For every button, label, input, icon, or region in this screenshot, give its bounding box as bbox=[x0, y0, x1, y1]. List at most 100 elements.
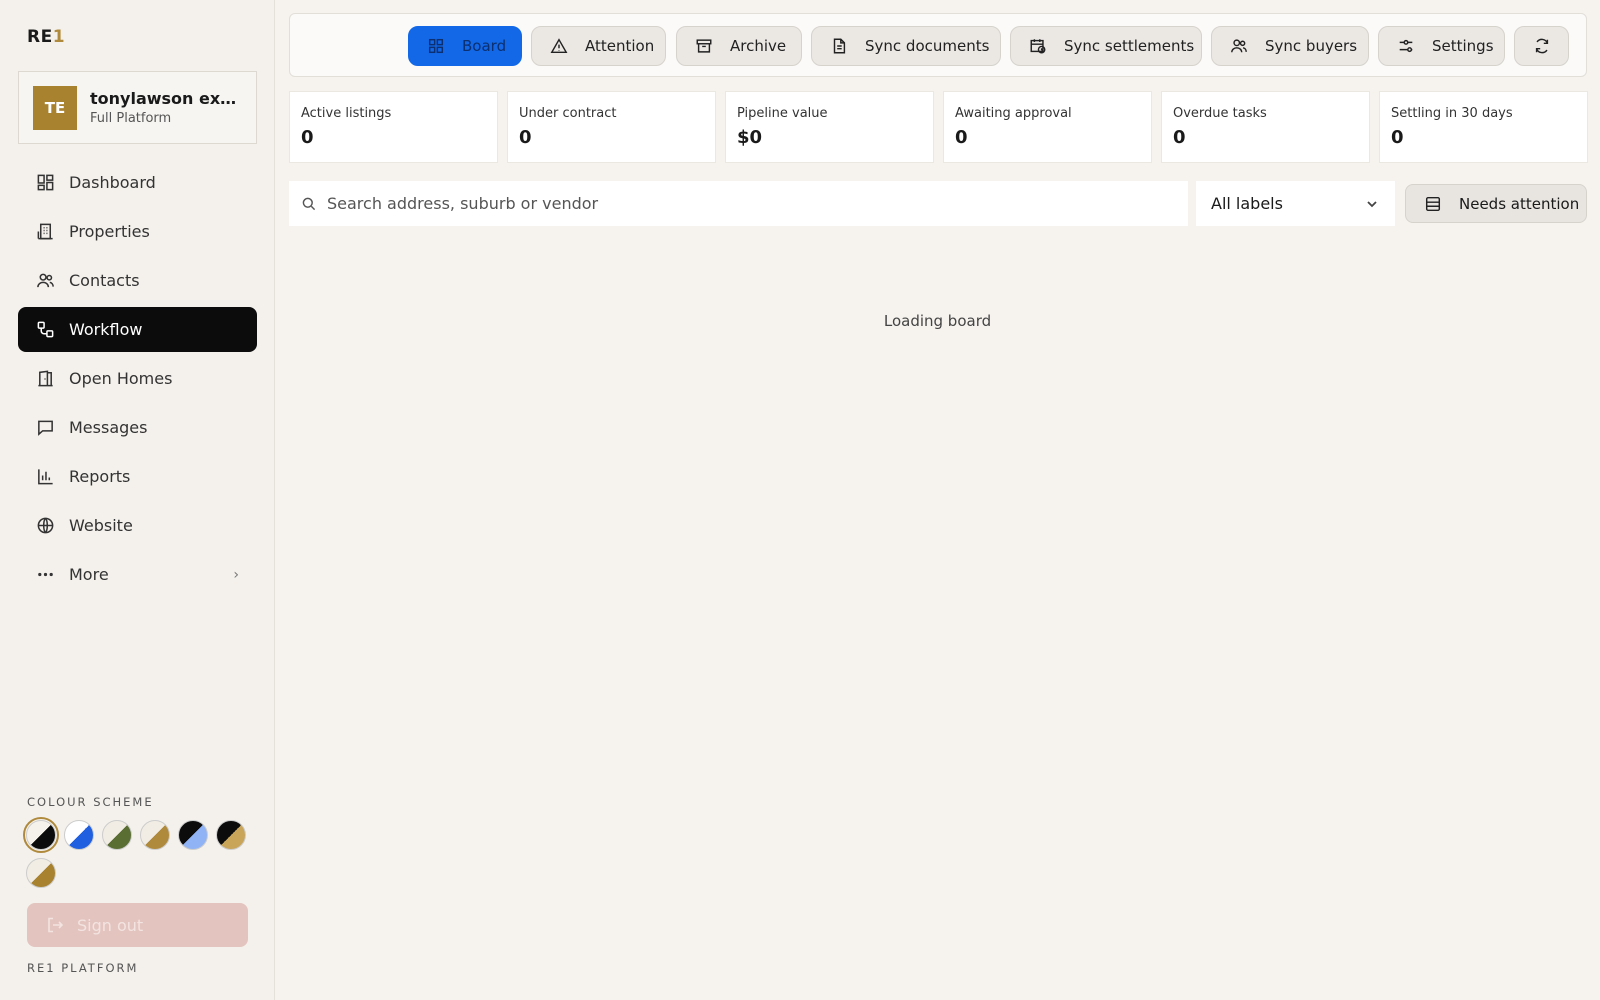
sidebar-item-more[interactable]: More › bbox=[18, 552, 257, 597]
swatch-black-gold[interactable] bbox=[216, 820, 246, 850]
brand-logo[interactable]: RE1 bbox=[27, 27, 65, 47]
sync-settlements-button[interactable]: Sync settlements bbox=[1010, 26, 1202, 66]
bar-chart-icon bbox=[35, 467, 55, 487]
stat-label: Settling in 30 days bbox=[1391, 106, 1513, 121]
warning-icon bbox=[550, 38, 568, 54]
stat-settling-30-days[interactable]: Settling in 30 days 0 bbox=[1379, 91, 1588, 163]
search-icon bbox=[302, 197, 316, 210]
logo-accent: 1 bbox=[52, 27, 66, 47]
colour-scheme-swatches bbox=[23, 817, 256, 888]
settings-button[interactable]: Settings bbox=[1378, 26, 1505, 66]
stat-under-contract[interactable]: Under contract 0 bbox=[507, 91, 716, 163]
archive-button-label: Archive bbox=[730, 37, 787, 55]
main-content: Board Attention Archive Sync documents S… bbox=[275, 0, 1600, 1000]
account-name: tonylawson exp & more bbox=[90, 89, 242, 108]
sidebar-item-properties[interactable]: Properties bbox=[18, 209, 257, 254]
sync-buyers-button[interactable]: Sync buyers bbox=[1211, 26, 1369, 66]
sidebar-item-label: Reports bbox=[69, 467, 131, 486]
chevron-right-icon: › bbox=[233, 566, 239, 583]
grid-icon bbox=[428, 38, 444, 54]
stat-label: Pipeline value bbox=[737, 106, 828, 121]
sidebar-item-label: Messages bbox=[69, 418, 148, 437]
more-icon bbox=[35, 565, 55, 585]
sidebar-item-dashboard[interactable]: Dashboard bbox=[18, 160, 257, 205]
label-filter-value: All labels bbox=[1211, 194, 1283, 213]
sidebar-item-label: Website bbox=[69, 516, 133, 535]
stat-label: Active listings bbox=[301, 106, 392, 121]
sign-out-label: Sign out bbox=[77, 915, 144, 935]
stat-value: 0 bbox=[1173, 127, 1186, 148]
stat-active-listings[interactable]: Active listings 0 bbox=[289, 91, 498, 163]
footer-brand: RE1 PLATFORM bbox=[27, 961, 139, 975]
globe-icon bbox=[35, 516, 55, 536]
workflow-icon bbox=[35, 320, 55, 340]
sidebar-item-contacts[interactable]: Contacts bbox=[18, 258, 257, 303]
swatch-cream-bronze[interactable] bbox=[26, 858, 56, 888]
stat-value: 0 bbox=[519, 127, 532, 148]
sidebar: RE1 TE tonylawson exp & more Full Platfo… bbox=[0, 0, 275, 1000]
sidebar-item-label: Contacts bbox=[69, 271, 140, 290]
sidebar-item-label: Properties bbox=[69, 222, 150, 241]
label-filter-select[interactable]: All labels bbox=[1196, 181, 1395, 226]
archive-button[interactable]: Archive bbox=[676, 26, 802, 66]
workflow-toolbar: Board Attention Archive Sync documents S… bbox=[289, 13, 1587, 77]
sidebar-item-label: Open Homes bbox=[69, 369, 173, 388]
refresh-icon bbox=[1535, 38, 1549, 54]
door-icon bbox=[35, 369, 55, 389]
calendar-clock-icon bbox=[1030, 39, 1046, 54]
sign-out-button[interactable]: Sign out bbox=[27, 903, 248, 947]
board-loading-text: Loading board bbox=[883, 312, 992, 330]
stat-label: Awaiting approval bbox=[955, 106, 1072, 121]
needs-attention-label: Needs attention bbox=[1459, 194, 1580, 213]
dashboard-icon bbox=[35, 173, 55, 193]
account-plan: Full Platform bbox=[90, 111, 172, 126]
stat-overdue-tasks[interactable]: Overdue tasks 0 bbox=[1161, 91, 1370, 163]
search-input[interactable] bbox=[327, 194, 1167, 213]
sidebar-item-label: More bbox=[69, 565, 109, 584]
board-button[interactable]: Board bbox=[408, 26, 522, 66]
sidebar-item-messages[interactable]: Messages bbox=[18, 405, 257, 450]
app-root: RE1 TE tonylawson exp & more Full Platfo… bbox=[0, 0, 1600, 1000]
settings-button-label: Settings bbox=[1432, 37, 1494, 55]
stat-label: Overdue tasks bbox=[1173, 106, 1267, 121]
list-icon bbox=[1425, 196, 1441, 211]
swatch-cream-gold[interactable] bbox=[140, 820, 170, 850]
sidebar-item-reports[interactable]: Reports bbox=[18, 454, 257, 499]
logo-text: RE bbox=[27, 27, 53, 47]
search-bar bbox=[289, 181, 1188, 226]
account-switcher[interactable]: TE tonylawson exp & more Full Platform bbox=[18, 71, 257, 144]
account-text: tonylawson exp & more Full Platform bbox=[90, 89, 242, 126]
sidebar-item-workflow[interactable]: Workflow bbox=[18, 307, 257, 352]
swatch-white-blue[interactable] bbox=[64, 820, 94, 850]
message-icon bbox=[35, 418, 55, 438]
needs-attention-button[interactable]: Needs attention bbox=[1405, 184, 1587, 223]
sign-out-icon bbox=[48, 917, 64, 933]
sidebar-item-website[interactable]: Website bbox=[18, 503, 257, 548]
sync-settlements-label: Sync settlements bbox=[1064, 37, 1195, 55]
stat-label: Under contract bbox=[519, 106, 617, 121]
sidebar-item-open-homes[interactable]: Open Homes bbox=[18, 356, 257, 401]
sliders-icon bbox=[1399, 39, 1413, 53]
sidebar-item-label: Dashboard bbox=[69, 173, 156, 192]
stat-value: 0 bbox=[301, 127, 314, 148]
users-icon bbox=[1231, 39, 1247, 53]
stat-awaiting-approval[interactable]: Awaiting approval 0 bbox=[943, 91, 1152, 163]
sync-buyers-label: Sync buyers bbox=[1265, 37, 1358, 55]
swatch-light-black[interactable] bbox=[23, 817, 59, 853]
colour-scheme-label: COLOUR SCHEME bbox=[27, 795, 154, 809]
sidebar-nav: Dashboard Properties Contacts Workflow O… bbox=[18, 160, 257, 601]
stat-pipeline-value[interactable]: Pipeline value $0 bbox=[725, 91, 934, 163]
refresh-button[interactable] bbox=[1514, 26, 1569, 66]
attention-button-label: Attention bbox=[585, 37, 655, 55]
attention-button[interactable]: Attention bbox=[531, 26, 666, 66]
sync-documents-label: Sync documents bbox=[865, 37, 990, 55]
sync-documents-button[interactable]: Sync documents bbox=[811, 26, 1001, 66]
swatch-cream-olive[interactable] bbox=[102, 820, 132, 850]
avatar: TE bbox=[33, 85, 77, 130]
stat-value: 0 bbox=[955, 127, 968, 148]
swatch-black-lightblue[interactable] bbox=[178, 820, 208, 850]
chevron-down-icon bbox=[1367, 200, 1377, 207]
archive-icon bbox=[696, 39, 712, 53]
stats-row: Active listings 0 Under contract 0 Pipel… bbox=[289, 91, 1588, 163]
building-icon bbox=[35, 222, 55, 242]
